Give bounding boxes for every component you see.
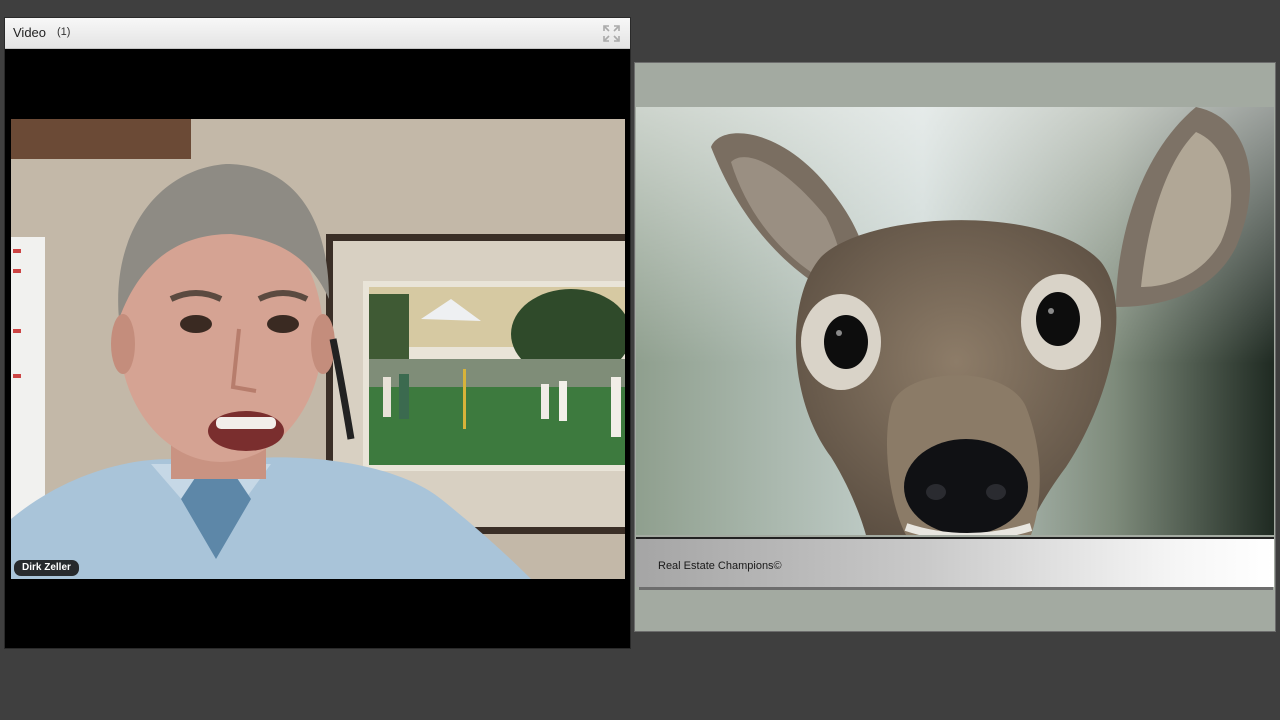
deer-photo xyxy=(636,107,1274,535)
slide-footer-text: Real Estate Champions© xyxy=(658,560,782,572)
video-pod-header: Video (1) xyxy=(5,18,630,49)
participant-video-feed[interactable]: Dirk Zeller xyxy=(11,119,625,579)
webcam-frame-image xyxy=(11,119,625,579)
slide-image xyxy=(636,107,1274,535)
participant-count: (1) xyxy=(57,26,71,38)
participant-name-tag: Dirk Zeller xyxy=(14,560,79,576)
share-pod: Real Estate Champions© xyxy=(634,62,1276,632)
video-pod: Video (1) Dirk Zeller xyxy=(4,17,631,649)
slide-footer-shadow xyxy=(639,587,1273,590)
fullscreen-icon[interactable] xyxy=(603,25,620,42)
video-pod-title: Video xyxy=(13,25,47,40)
slide-footer: Real Estate Champions© xyxy=(636,537,1274,587)
